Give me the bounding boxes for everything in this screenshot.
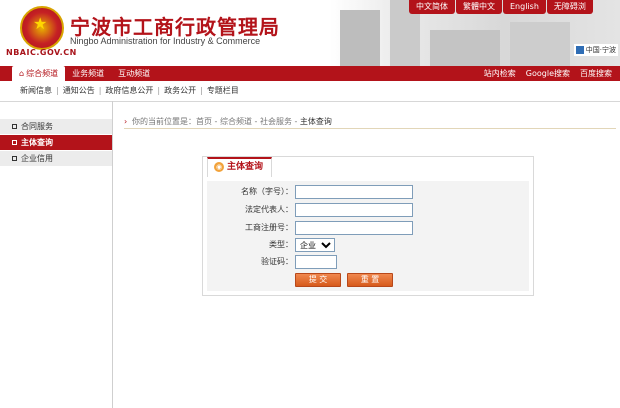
language-bar: 中文简体 繁體中文 English 无障碍浏 [408, 0, 593, 14]
home-icon: ⌂ [19, 69, 25, 78]
national-emblem-icon: ★ [20, 6, 64, 50]
city-badge: 中国·宁波 [573, 44, 618, 56]
sidebar-divider [112, 101, 113, 408]
sidebar-item-contract[interactable]: 合同服务 [0, 119, 112, 135]
tab-business[interactable]: 业务频道 [65, 66, 111, 81]
panel-title: ◉ 主体查询 [207, 157, 273, 177]
type-label: 类型： [269, 240, 293, 249]
name-input[interactable] [295, 185, 413, 199]
site-subtitle: Ningbo Administration for Industry & Com… [70, 36, 261, 46]
breadcrumb-current: 主体查询 [299, 117, 332, 126]
tab-interactive[interactable]: 互动频道 [111, 66, 157, 81]
breadcrumb-arrow-icon: › [124, 117, 128, 126]
weibo-icon: ◉ [214, 161, 224, 172]
sidebar-item-credit[interactable]: 企业信用 [0, 151, 112, 167]
legal-rep-label: 法定代表人： [245, 205, 293, 214]
tab-comprehensive[interactable]: ⌂ 综合频道 [12, 66, 66, 81]
submit-button[interactable]: 提 交 [295, 273, 341, 287]
main-nav: ⌂ 综合频道 业务频道 互动频道 站内检索 Google搜索 百度搜索 [0, 66, 620, 81]
query-panel: ◉ 主体查询 名称（字号）： 法定代表人： 工商注册号： 类型： 企业 验证码： … [202, 156, 534, 296]
reg-no-input[interactable] [295, 221, 413, 235]
lang-english-link[interactable]: English [503, 0, 546, 14]
google-search-link[interactable]: Google搜索 [526, 66, 570, 81]
lang-simplified-link[interactable]: 中文简体 [409, 0, 455, 14]
breadcrumb: › 你的当前位置是：首页 - 综合频道 - 社会服务 - 主体查询 [124, 115, 616, 129]
reg-no-label: 工商注册号： [245, 223, 293, 232]
sidebar-item-entity-query[interactable]: 主体查询 [0, 135, 112, 151]
subnav-affairs[interactable]: 政务公开 [164, 81, 196, 101]
captcha-input[interactable] [295, 255, 337, 269]
name-label: 名称（字号）： [241, 187, 293, 196]
subnav-notices[interactable]: 通知公告 [63, 81, 95, 101]
bullet-icon [12, 124, 17, 129]
lang-traditional-link[interactable]: 繁體中文 [456, 0, 502, 14]
site-domain: NBAIC.GOV.CN [6, 48, 77, 57]
site-header: ★ NBAIC.GOV.CN 宁波市工商行政管理局 Ningbo Adminis… [0, 0, 620, 66]
legal-rep-input[interactable] [295, 203, 413, 217]
site-search-link[interactable]: 站内检索 [484, 66, 516, 81]
sidebar: 合同服务 主体查询 企业信用 [0, 119, 112, 167]
type-select[interactable]: 企业 [295, 238, 335, 252]
baidu-search-link[interactable]: 百度搜索 [580, 66, 612, 81]
sub-nav: 新闻信息 | 通知公告 | 政府信息公开 | 政务公开 | 专题栏目 [0, 81, 620, 102]
subnav-topics[interactable]: 专题栏目 [207, 81, 239, 101]
query-form: 名称（字号）： 法定代表人： 工商注册号： 类型： 企业 验证码： 提 交 重 … [207, 181, 529, 291]
accessibility-link[interactable]: 无障碍浏 [546, 0, 593, 14]
subnav-news[interactable]: 新闻信息 [20, 81, 52, 101]
bullet-icon [12, 140, 17, 145]
city-logo-icon [575, 46, 584, 54]
subnav-gov-info[interactable]: 政府信息公开 [105, 81, 153, 101]
bullet-icon [12, 156, 17, 161]
captcha-label: 验证码： [261, 257, 293, 266]
reset-button[interactable]: 重 置 [347, 273, 393, 287]
